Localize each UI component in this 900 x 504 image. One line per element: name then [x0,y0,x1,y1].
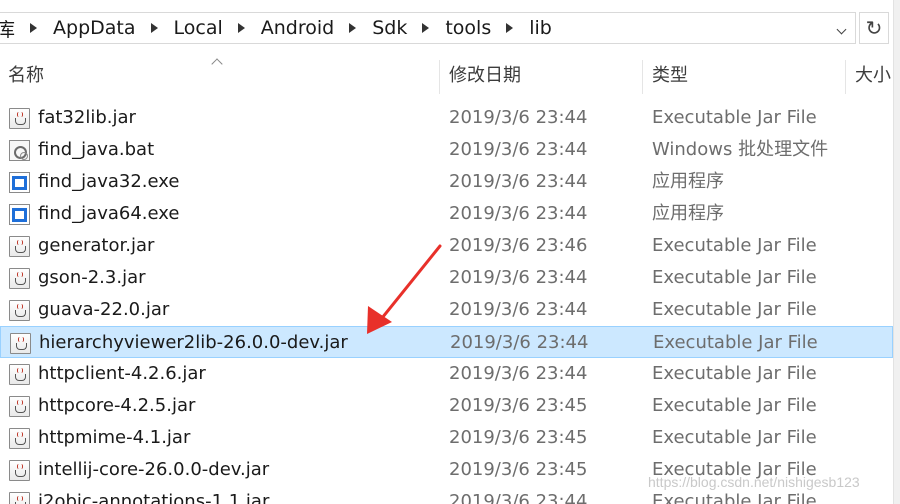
file-type: Executable Jar File [652,299,817,320]
file-type: Executable Jar File [653,332,818,353]
watermark: https://blog.csdn.net/nishigesb123 [648,474,860,490]
window-frame-edge [893,0,900,504]
file-name: httpmime-4.1.jar [38,427,191,448]
file-date: 2019/3/6 23:44 [449,139,588,160]
file-row[interactable]: generator.jar 2019/3/6 23:46 Executable Ja… [0,230,893,262]
file-type: 应用程序 [652,203,724,224]
jar-file-icon [9,428,30,449]
file-name: httpcore-4.2.5.jar [38,395,196,416]
file-date: 2019/3/6 23:44 [449,171,588,192]
file-type: 应用程序 [652,171,724,192]
file-row[interactable]: find_java64.exe2019/3/6 23:44应用程序1 [0,198,893,230]
breadcrumb-item-tools[interactable]: tools [443,17,493,39]
column-header-type[interactable]: 类型 [652,58,688,94]
breadcrumb-item-android[interactable]: Android [259,17,336,39]
file-name: httpclient-4.2.6.jar [38,363,206,384]
file-name: gson-2.3.jar [38,267,146,288]
file-type: Windows 批处理文件 [652,139,829,160]
file-name: intellij-core-26.0.0-dev.jar [38,459,270,480]
breadcrumb-item-lib[interactable]: lib [527,17,554,39]
column-header-size[interactable]: 大小 [855,58,891,94]
column-divider[interactable] [439,60,440,94]
file-name: hierarchyviewer2lib-26.0.0-dev.jar [39,332,348,353]
jar-file-icon [9,492,30,504]
jar-file-icon [9,300,30,321]
column-header: 名称 修改日期 类型 大小 [0,58,893,94]
jar-file-icon [9,108,30,129]
jar-file-icon [9,236,30,257]
file-date: 2019/3/6 23:44 [449,203,588,224]
jar-file-icon [9,396,30,417]
chevron-right-icon[interactable] [148,21,162,35]
address-bar: 库 AppData Local Android Sdk tools lib ↻ [0,0,900,58]
file-type: Executable Jar File [652,267,817,288]
file-name: guava-22.0.jar [38,299,170,320]
file-date: 2019/3/6 23:44 [449,363,588,384]
file-row[interactable]: find_java32.exe 2019/3/6 23:44 应用程序 [0,166,893,198]
column-divider[interactable] [845,60,846,94]
file-date: 2019/3/6 23:44 [449,299,588,320]
file-name: find_java32.exe [38,171,180,192]
exe-file-icon [9,172,30,193]
file-name: generator.jar [38,235,155,256]
breadcrumb-item-local[interactable]: Local [172,17,225,39]
jar-file-icon [9,364,30,385]
column-header-date[interactable]: 修改日期 [449,58,521,94]
chevron-right-icon[interactable] [419,21,433,35]
file-date: 2019/3/6 23:44 [449,491,588,504]
column-header-name[interactable]: 名称 [8,58,44,94]
file-name: j2objc-annotations-1.1.jar [38,491,270,504]
breadcrumb-item-library[interactable]: 库 [0,15,17,42]
file-name: find_java64.exe [38,203,180,224]
file-name: fat32lib.jar [38,107,136,128]
breadcrumb-item-appdata[interactable]: AppData [51,17,138,39]
file-date: 2019/3/6 23:45 [449,395,588,416]
file-type: Executable Jar File [652,395,817,416]
file-name: find_java.bat [38,139,155,160]
file-row[interactable]: fat32lib.jar 2019/3/6 23:44 Executable Jar… [0,102,893,134]
batch-file-icon [9,140,30,161]
file-type: Executable Jar File [652,427,817,448]
sort-ascending-icon [212,56,222,66]
breadcrumb-list: 库 AppData Local Android Sdk tools lib [0,13,554,43]
refresh-icon: ↻ [865,16,883,40]
refresh-button[interactable]: ↻ [859,12,889,44]
file-row[interactable]: httpclient-4.2.6.jar 2019/3/6 23:44 Execut… [0,358,893,390]
file-type: Executable Jar File [652,107,817,128]
chevron-right-icon[interactable] [235,21,249,35]
file-date: 2019/3/6 23:44 [450,332,589,353]
jar-file-icon [9,268,30,289]
jar-file-icon [9,460,30,481]
file-date: 2019/3/6 23:44 [449,107,588,128]
file-row[interactable]: guava-22.0.jar 2019/3/6 23:44 Executable J… [0,294,893,326]
file-type: Executable Jar File [652,363,817,384]
file-row[interactable]: find_java.bat 2019/3/6 23:44 Windows 批处理文件 [0,134,893,166]
list-item-partial [0,94,893,98]
file-date: 2019/3/6 23:44 [449,267,588,288]
chevron-down-icon[interactable] [832,13,854,43]
chevron-right-icon[interactable] [346,21,360,35]
file-type: Executable Jar File [652,235,817,256]
chevron-right-icon[interactable] [503,21,517,35]
file-row[interactable]: httpmime-4.1.jar 2019/3/6 23:45 Executable… [0,422,893,454]
file-list: fat32lib.jar 2019/3/6 23:44 Executable Jar… [0,94,893,504]
file-row[interactable]: httpcore-4.2.5.jar 2019/3/6 23:45 Executab… [0,390,893,422]
column-divider[interactable] [642,60,643,94]
file-row[interactable]: hierarchyviewer2lib-26.0.0-dev.jar 2019/3… [0,326,893,358]
file-date: 2019/3/6 23:45 [449,459,588,480]
exe-file-icon [9,204,30,225]
jar-file-icon [10,333,31,354]
chevron-right-icon[interactable] [27,21,41,35]
file-date: 2019/3/6 23:46 [449,235,588,256]
breadcrumb-item-sdk[interactable]: Sdk [370,17,409,39]
breadcrumb[interactable]: 库 AppData Local Android Sdk tools lib [0,12,856,44]
file-date: 2019/3/6 23:45 [449,427,588,448]
file-row[interactable]: gson-2.3.jar 2019/3/6 23:44 Executable Jar… [0,262,893,294]
